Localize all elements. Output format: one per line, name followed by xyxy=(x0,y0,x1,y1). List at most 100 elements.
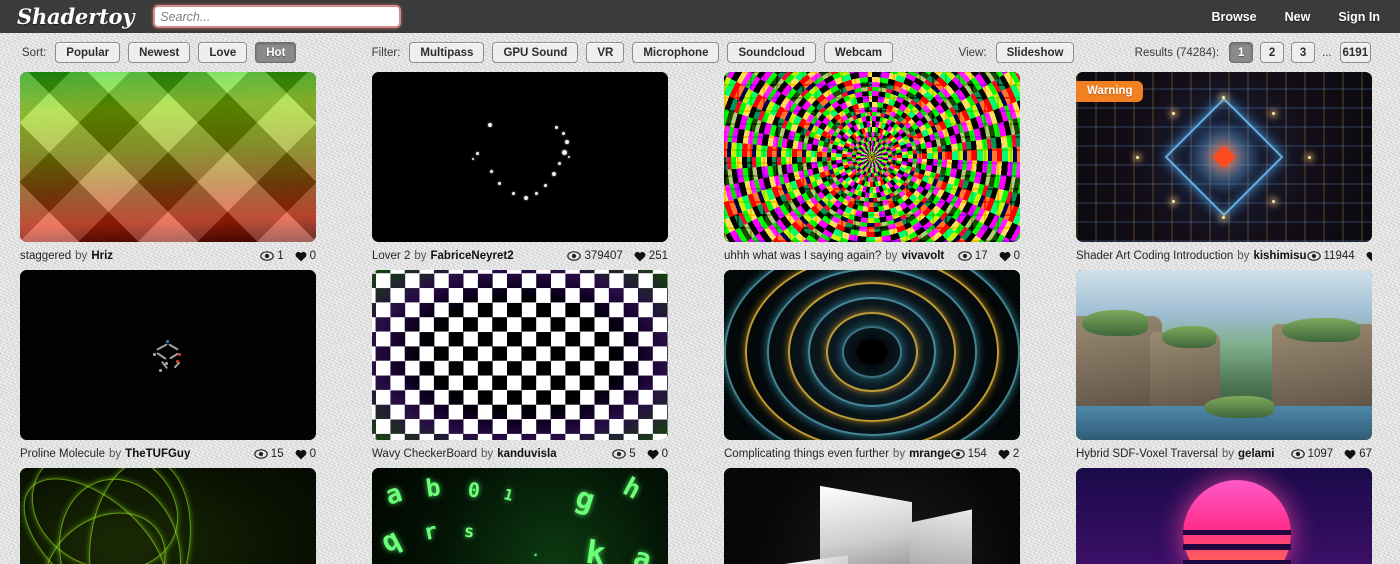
shader-author[interactable]: vivavolt xyxy=(901,250,944,262)
sort-button-newest[interactable]: Newest xyxy=(128,42,191,63)
views-stat: 154 xyxy=(950,448,987,460)
nav-item-signin[interactable]: Sign In xyxy=(1338,10,1380,24)
filter-button-microphone[interactable]: Microphone xyxy=(632,42,720,63)
shader-thumbnail-staggered[interactable] xyxy=(20,72,316,242)
pagination-ellipsis: ... xyxy=(1322,46,1332,59)
nav-item-new[interactable]: New xyxy=(1285,10,1311,24)
shader-thumbnail-uhhh-what-was-i-saying-again[interactable] xyxy=(724,72,1020,242)
likes-count: 67 xyxy=(1359,448,1372,460)
thumbnail-art xyxy=(372,72,668,242)
pagination-page-1[interactable]: 1 xyxy=(1229,42,1254,63)
sort-button-love[interactable]: Love xyxy=(198,42,248,63)
shader-title[interactable]: Lover 2 xyxy=(372,250,410,262)
thumbnail-art-overlay xyxy=(724,72,1020,242)
shader-title[interactable]: Complicating things even further xyxy=(724,448,889,460)
views-count: 17 xyxy=(974,250,988,262)
shader-card: uhhh what was I saying again? by vivavol… xyxy=(724,72,1020,270)
shader-caption: staggered by Hriz 1 0 xyxy=(20,242,316,270)
shader-author[interactable]: Hriz xyxy=(91,250,113,262)
shader-author[interactable]: kanduvisla xyxy=(497,448,556,460)
by-label: by xyxy=(892,448,906,460)
filter-label: Filter: xyxy=(371,46,401,59)
filter-button-multipass[interactable]: Multipass xyxy=(409,42,485,63)
thumbnail-art xyxy=(20,270,316,440)
likes-count: 251 xyxy=(648,250,668,262)
heart-icon xyxy=(1344,449,1356,459)
eye-icon xyxy=(260,251,274,261)
views-count: 1 xyxy=(277,250,284,262)
shadertoy-logo[interactable]: Shadertoy xyxy=(14,4,134,29)
shader-thumbnail-row3-1[interactable] xyxy=(20,468,316,564)
shader-card: Hybrid SDF-Voxel Traversal by gelami 109… xyxy=(1076,270,1372,468)
shader-stats: 11944 184 xyxy=(1306,250,1372,262)
shader-author[interactable]: TheTUFGuy xyxy=(125,448,190,460)
by-label: by xyxy=(75,250,88,262)
shader-thumbnail-hybrid-sdf-voxel-traversal[interactable] xyxy=(1076,270,1372,440)
shader-author[interactable]: gelami xyxy=(1238,448,1274,460)
likes-count: 0 xyxy=(1013,250,1020,262)
filter-button-soundcloud[interactable]: Soundcloud xyxy=(727,42,816,63)
app-root: Shadertoy Browse New Sign In Sort: Popul… xyxy=(0,0,1400,564)
shader-stats: 1097 67 xyxy=(1290,448,1372,460)
eye-icon xyxy=(957,251,972,261)
sort-button-popular[interactable]: Popular xyxy=(55,42,121,63)
shader-title[interactable]: Hybrid SDF-Voxel Traversal xyxy=(1076,448,1218,460)
shader-caption: Shader Art Coding Introduction by kishim… xyxy=(1076,242,1372,270)
views-stat: 1 xyxy=(260,250,284,262)
shader-author[interactable]: mrange xyxy=(909,448,951,460)
shader-card: Complicating things even further by mran… xyxy=(724,270,1020,468)
shader-thumbnail-wavy-checkerboard[interactable] xyxy=(372,270,668,440)
shader-title[interactable]: staggered xyxy=(20,250,71,262)
eye-icon xyxy=(567,251,582,261)
likes-stat: 0 xyxy=(999,250,1020,262)
filter-button-vr[interactable]: VR xyxy=(586,42,625,63)
shader-title[interactable]: Wavy CheckerBoard xyxy=(372,448,477,460)
shader-card: Wavy CheckerBoard by kanduvisla 5 0 xyxy=(372,270,668,468)
likes-stat: 184 xyxy=(1366,250,1372,262)
shader-card: Proline Molecule by TheTUFGuy 15 0 xyxy=(20,270,316,468)
eye-icon xyxy=(253,449,268,459)
sort-button-hot[interactable]: Hot xyxy=(255,42,297,63)
view-button-slideshow[interactable]: Slideshow xyxy=(995,42,1075,63)
shader-thumbnail-proline-molecule[interactable] xyxy=(20,270,316,440)
filter-button-gpu-sound[interactable]: GPU Sound xyxy=(492,42,579,63)
shader-title[interactable]: Shader Art Coding Introduction xyxy=(1076,250,1233,262)
sort-label: Sort: xyxy=(22,46,47,59)
by-label: by xyxy=(109,448,122,460)
views-count: 15 xyxy=(270,448,284,460)
shader-card: Lover 2 by FabriceNeyret2 379407 251 xyxy=(372,72,668,270)
shader-title[interactable]: uhhh what was I saying again? xyxy=(724,250,881,262)
pagination-page-last[interactable]: 6191 xyxy=(1339,42,1371,63)
shader-thumbnail-shader-art-coding-introduction[interactable]: Warning xyxy=(1076,72,1372,242)
heart-icon xyxy=(999,251,1011,261)
nav-item-browse[interactable]: Browse xyxy=(1211,10,1256,24)
pagination-page-3[interactable]: 3 xyxy=(1291,42,1316,63)
search-box[interactable] xyxy=(153,5,402,28)
eye-icon xyxy=(1306,251,1321,261)
eye-icon xyxy=(1290,449,1305,459)
shader-author[interactable]: FabriceNeyret2 xyxy=(431,250,514,262)
shader-author[interactable]: kishimisu xyxy=(1253,250,1306,262)
heart-icon xyxy=(634,251,646,261)
by-label: by xyxy=(1237,250,1250,262)
filter-button-webcam[interactable]: Webcam xyxy=(823,42,894,63)
thumbnail-art xyxy=(20,72,316,242)
shader-caption: Hybrid SDF-Voxel Traversal by gelami 109… xyxy=(1076,440,1372,468)
shader-thumbnail-row3-3[interactable] xyxy=(724,468,1020,564)
shader-stats: 1 0 xyxy=(260,250,316,262)
likes-stat: 67 xyxy=(1344,448,1372,460)
likes-count: 0 xyxy=(309,250,316,262)
shader-card: a b 0 1 q r s c d e g h k a b p · xyxy=(372,468,668,564)
views-stat: 1097 xyxy=(1290,448,1333,460)
likes-stat: 25 xyxy=(998,448,1020,460)
shader-title[interactable]: Proline Molecule xyxy=(20,448,105,460)
shader-thumbnail-lover-2[interactable] xyxy=(372,72,668,242)
pagination-page-2[interactable]: 2 xyxy=(1260,42,1285,63)
shader-thumbnail-complicating-things-even-further[interactable] xyxy=(724,270,1020,440)
likes-count: 0 xyxy=(661,448,668,460)
shader-thumbnail-row3-4[interactable] xyxy=(1076,468,1372,564)
search-input[interactable] xyxy=(155,7,400,26)
shader-card: staggered by Hriz 1 0 xyxy=(20,72,316,270)
shader-thumbnail-row3-2[interactable]: a b 0 1 q r s c d e g h k a b p · xyxy=(372,468,668,564)
heart-icon xyxy=(295,449,307,459)
